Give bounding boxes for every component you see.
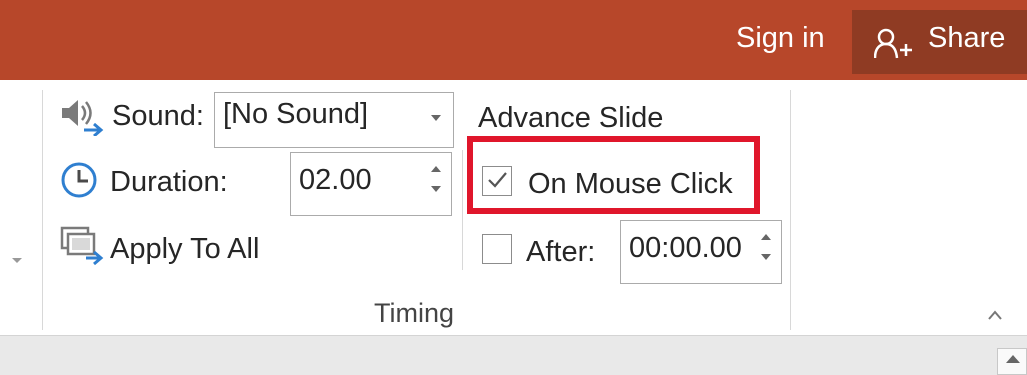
apply-all-icon <box>60 226 106 271</box>
column-separator <box>462 150 463 270</box>
after-label: After: <box>526 236 596 268</box>
group-separator-left <box>42 90 43 330</box>
apply-to-all-label: Apply To All <box>110 233 260 265</box>
group-separator-right <box>790 90 791 330</box>
chevron-down-icon[interactable] <box>12 258 22 263</box>
clock-icon <box>60 161 100 206</box>
duration-value: 02.00 <box>299 164 372 196</box>
spin-down-icon[interactable] <box>761 254 771 260</box>
duration-spinner[interactable]: 02.00 <box>290 152 452 216</box>
group-label: Timing <box>374 298 455 328</box>
title-bar: Sign in Share <box>0 0 1027 80</box>
spin-down-icon[interactable] <box>431 186 441 192</box>
share-label: Share <box>928 22 1006 54</box>
add-person-icon <box>873 28 914 65</box>
sound-dropdown[interactable]: [No Sound] <box>214 92 454 148</box>
duration-label: Duration: <box>110 166 228 198</box>
spin-up-icon[interactable] <box>431 166 441 172</box>
sound-label: Sound: <box>112 100 204 132</box>
highlight-box <box>467 136 760 214</box>
spin-up-icon[interactable] <box>761 234 771 240</box>
chevron-down-icon <box>431 115 441 121</box>
scroll-up-button[interactable] <box>997 348 1027 375</box>
sign-in-link[interactable]: Sign in <box>736 22 825 55</box>
advance-slide-heading: Advance Slide <box>478 102 664 134</box>
after-spinner[interactable]: 00:00.00 <box>620 220 782 284</box>
slide-area-strip <box>0 335 1027 375</box>
collapse-ribbon-icon[interactable] <box>987 308 1003 326</box>
speaker-icon <box>60 96 106 141</box>
share-button[interactable]: Share <box>852 10 1027 74</box>
after-checkbox[interactable] <box>482 234 512 264</box>
after-value: 00:00.00 <box>629 232 742 264</box>
sound-value: [No Sound] <box>223 98 369 130</box>
scroll-up-icon <box>1006 355 1020 363</box>
